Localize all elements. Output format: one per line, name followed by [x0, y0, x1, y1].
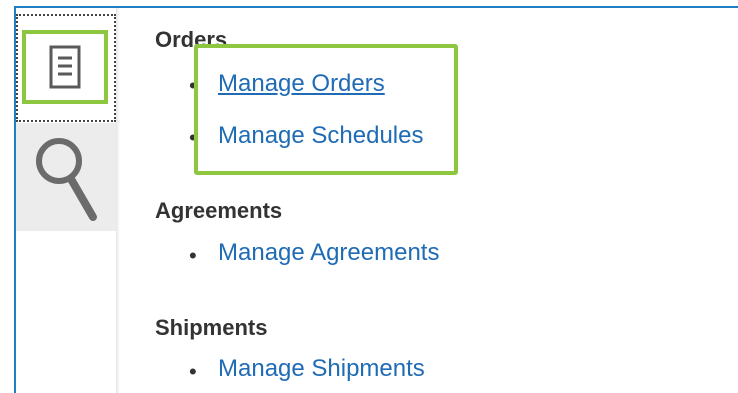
- link-manage-orders[interactable]: Manage Orders: [218, 70, 385, 98]
- bullet: •: [189, 73, 197, 98]
- section-title-orders: Orders: [155, 27, 228, 52]
- link-manage-shipments[interactable]: Manage Shipments: [218, 355, 425, 383]
- bullet: •: [189, 243, 197, 268]
- search-icon: [36, 138, 97, 221]
- bullet: •: [189, 125, 197, 150]
- tab-strip-divider: [116, 8, 120, 393]
- tasks-icon-highlight: [22, 30, 108, 104]
- link-manage-agreements[interactable]: Manage Agreements: [218, 239, 439, 267]
- bullet: •: [189, 359, 197, 384]
- tab-search[interactable]: [16, 123, 116, 231]
- document-list-icon: [49, 45, 81, 89]
- link-manage-schedules[interactable]: Manage Schedules: [218, 122, 423, 150]
- section-title-agreements: Agreements: [155, 198, 283, 223]
- tab-tasks[interactable]: [16, 14, 116, 122]
- links-highlight-box: [194, 44, 458, 175]
- section-title-shipments: Shipments: [155, 315, 268, 340]
- panel-top-border: [14, 6, 738, 8]
